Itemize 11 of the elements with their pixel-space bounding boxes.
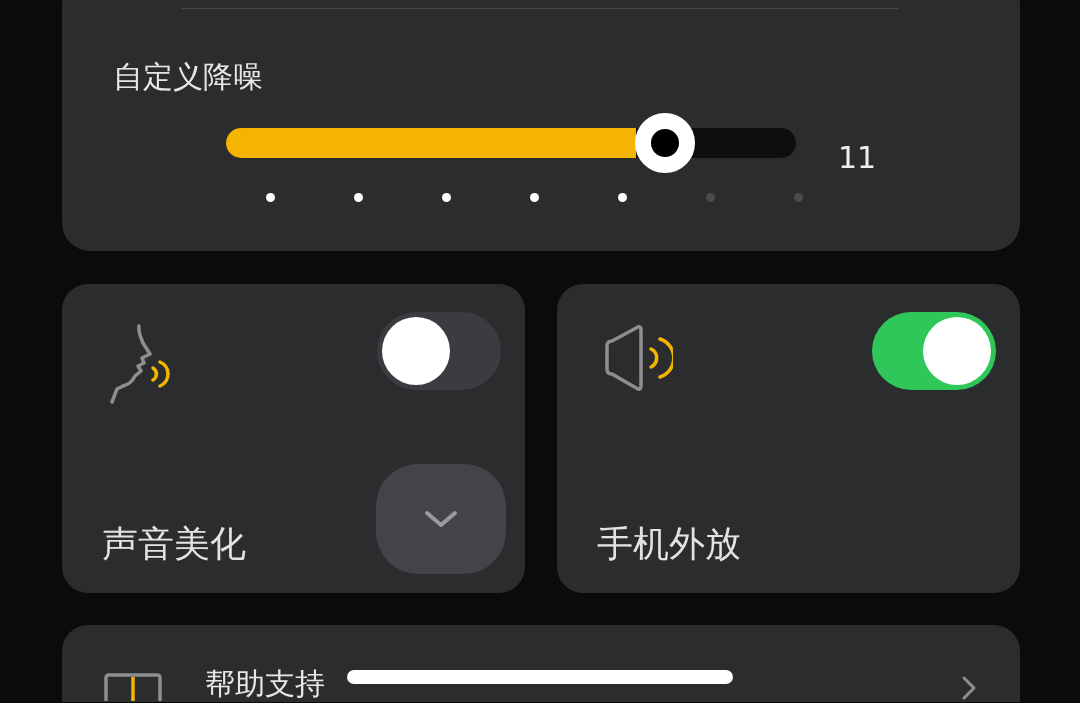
slider-value: 11	[838, 143, 877, 173]
help-label: 帮助支持	[205, 669, 325, 699]
chevron-right-icon	[962, 676, 976, 700]
book-icon	[103, 672, 163, 701]
voice-icon	[108, 324, 172, 404]
chevron-down-icon	[424, 510, 458, 528]
speaker-icon	[603, 324, 673, 392]
section-title: 自定义降噪	[113, 59, 263, 95]
help-row[interactable]: 帮助支持	[62, 625, 1020, 702]
tile-label: 手机外放	[597, 526, 741, 562]
tile-label: 声音美化	[102, 526, 246, 562]
